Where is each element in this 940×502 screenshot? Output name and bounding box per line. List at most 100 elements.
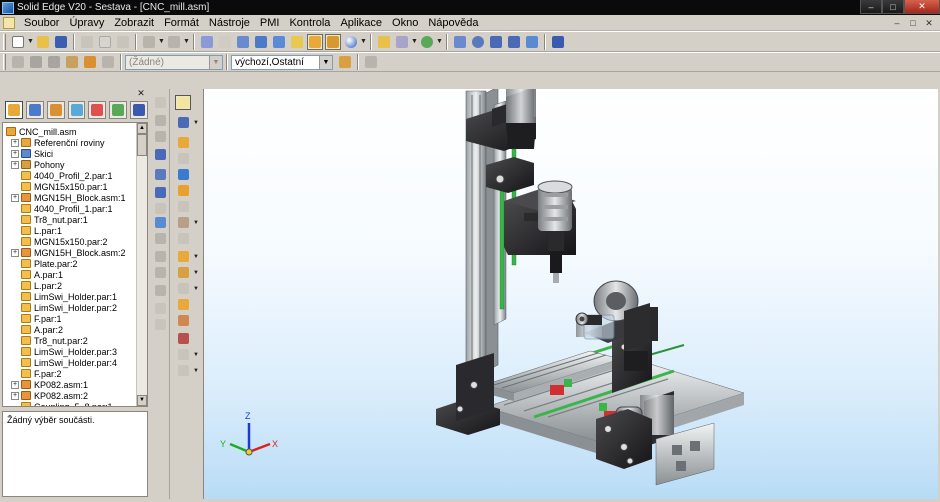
zoom-icon[interactable] [470,34,486,50]
shaded-edges-icon[interactable] [325,33,341,50]
tab-parts-library[interactable] [25,101,44,119]
assembly-tool-5-icon[interactable] [82,54,98,70]
vt-tool-8-icon[interactable] [152,215,168,230]
gear-icon[interactable] [419,34,435,50]
chevron-down-icon[interactable]: ▼ [209,55,222,69]
tree-item[interactable]: F.par:2 [11,368,62,379]
vt-tool-13-icon[interactable] [152,301,168,316]
view-box-icon[interactable] [253,34,269,50]
tree-item[interactable]: Tr8_nut.par:2 [11,335,88,346]
pattern-icon[interactable] [175,183,191,198]
layer-combo[interactable]: (Žádné) ▼ [125,54,223,70]
render-dropdown-icon[interactable]: ▼ [360,34,367,50]
expand-icon[interactable]: + [11,380,19,389]
highlight-icon[interactable] [289,34,305,50]
vt-tool-11-icon[interactable] [152,265,168,280]
paste-icon[interactable] [115,34,131,50]
copy-icon[interactable] [97,34,113,50]
redo-dropdown-icon[interactable]: ▼ [183,34,190,50]
tree-scrollbar[interactable]: ▲ ▼ [136,123,147,406]
view-iso-icon[interactable] [271,34,287,50]
tree-item[interactable]: LimSwi_Holder.par:1 [11,291,117,302]
cnc-mill-model[interactable]: Z X Y [204,89,938,499]
shaded-view-icon[interactable] [307,33,323,50]
cut-icon[interactable] [79,34,95,50]
feature-hole-icon[interactable] [175,265,191,280]
style-combo[interactable]: výchozí,Ostatní ▼ [231,54,333,70]
tab-pathfinder[interactable] [5,101,23,119]
expand-icon[interactable]: + [11,391,19,400]
wire-harness-icon[interactable] [175,313,191,328]
tab-explode[interactable] [130,101,149,119]
feature-cut-icon[interactable] [175,249,191,264]
fit-icon[interactable] [488,34,504,50]
chevron-down-icon[interactable]: ▼ [319,55,332,69]
vt-tool-4-icon[interactable] [152,147,168,162]
assemble-dropdown-icon[interactable]: ▼ [193,117,199,129]
undo-icon[interactable] [141,34,157,50]
doc-minimize-button[interactable]: – [890,17,904,29]
group-dropdown-icon[interactable]: ▼ [193,217,199,229]
expand-icon[interactable]: + [11,248,19,257]
measure-dropdown-icon[interactable]: ▼ [193,349,199,361]
vt-tool-5-icon[interactable] [152,167,168,182]
mirror-icon[interactable] [175,167,191,182]
tree-item[interactable]: A.par:1 [11,269,63,280]
zoom-area-icon[interactable] [235,34,251,50]
tree-item[interactable]: Plate.par:2 [11,258,78,269]
tree-root[interactable]: CNC_mill.asm [6,126,77,137]
tree-item[interactable]: + Referenční roviny [11,137,105,148]
new-file-icon[interactable] [10,34,26,50]
z-guide-rail[interactable] [499,188,505,310]
panel-close-icon[interactable]: ✕ [136,89,146,98]
expand-icon[interactable]: + [11,138,19,147]
expand-icon[interactable]: + [11,149,19,158]
tree-item[interactable]: + Pohony [11,159,65,170]
menu-format[interactable]: Formát [159,15,204,31]
document-icon[interactable] [3,16,15,29]
assembly-tool-2-icon[interactable] [28,54,44,70]
insert-part-icon[interactable] [199,34,215,50]
insert-component-icon[interactable] [175,135,191,150]
title-bar[interactable]: Solid Edge V20 - Sestava - [CNC_mill.asm… [0,0,940,15]
tree-item[interactable]: 4040_Profil_2.par:1 [11,170,113,181]
minimize-button[interactable]: – [860,0,882,14]
close-button[interactable]: ✕ [904,0,940,14]
open-folder-icon[interactable] [35,34,51,50]
tree-item[interactable]: A.par:2 [11,324,63,335]
interference-icon[interactable] [175,331,191,346]
doc-restore-button[interactable]: □ [906,17,920,29]
tree-item[interactable]: 4040_Profil_1.par:1 [11,203,113,214]
layers-dropdown-icon[interactable]: ▼ [411,34,418,50]
assembly-tree[interactable]: CNC_mill.asm + Referenční roviny + Skici + Po… [2,122,148,407]
vt-tool-7-icon[interactable] [152,201,168,216]
tree-item[interactable]: MGN15x150.par:1 [11,181,108,192]
tree-item[interactable]: + Skici [11,148,53,159]
scroll-thumb[interactable] [137,134,147,156]
expand-icon[interactable]: + [11,193,19,202]
save-icon[interactable] [53,34,69,50]
menu-napoveda[interactable]: Nápověda [423,15,483,31]
tree-item[interactable]: LimSwi_Holder.par:2 [11,302,117,313]
tree-item[interactable]: L.par:2 [11,280,62,291]
3d-viewport[interactable]: Z X Y [203,89,938,499]
measure-icon[interactable] [175,347,191,362]
tree-item[interactable]: Tr8_nut.par:1 [11,214,88,225]
frame-icon[interactable] [175,297,191,312]
tree-item[interactable]: + MGN15H_Block.asm:1 [11,192,126,203]
scroll-down-icon[interactable]: ▼ [137,395,147,406]
column-base-foot[interactable] [436,353,500,435]
limit-switch-2[interactable] [564,379,572,387]
tree-item[interactable]: + MGN15H_Block.asm:2 [11,247,126,258]
menu-pmi[interactable]: PMI [255,15,285,31]
tree-item[interactable]: LimSwi_Holder.par:3 [11,346,117,357]
menu-aplikace[interactable]: Aplikace [335,15,387,31]
menu-okno[interactable]: Okno [387,15,423,31]
vt-tool-9-icon[interactable] [152,231,168,246]
z-stepper-motor[interactable] [506,89,536,149]
sketch-dropdown-icon[interactable]: ▼ [193,283,199,295]
vt-tool-2-icon[interactable] [152,113,168,128]
menu-nastroje[interactable]: Nástroje [204,15,255,31]
feature-cut-dropdown-icon[interactable]: ▼ [193,251,199,263]
move-part-icon[interactable] [175,151,191,166]
